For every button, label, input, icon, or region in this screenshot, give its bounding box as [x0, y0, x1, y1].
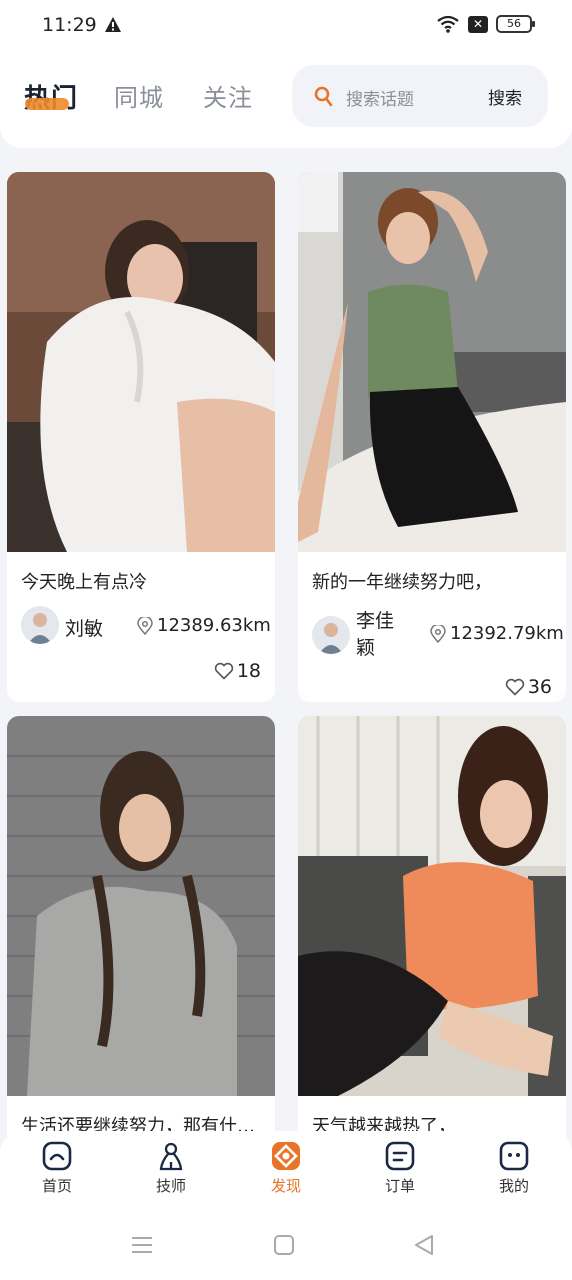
tabbar-item-technician[interactable]: 技师	[131, 1141, 211, 1196]
tabbar-label: 订单	[384, 1177, 415, 1195]
post-photo[interactable]	[7, 172, 275, 552]
tabbar-label: 首页	[41, 1177, 72, 1195]
feed-card[interactable]: 新的一年继续努力吧， 李佳颖 12392.79km 36	[298, 172, 566, 702]
avatar-image	[21, 606, 59, 644]
location-pin-icon	[137, 616, 153, 635]
avatar[interactable]	[312, 616, 350, 654]
home-icon	[42, 1141, 72, 1171]
tabbar-item-order[interactable]: 订单	[360, 1141, 440, 1196]
heart-icon[interactable]	[505, 678, 525, 696]
author-name[interactable]: 刘敏	[65, 614, 103, 641]
warning-icon	[105, 17, 121, 32]
tab-same-city[interactable]: 同城	[114, 78, 164, 113]
wifi-icon	[437, 15, 459, 33]
battery-level: 56	[507, 17, 521, 30]
menu-icon[interactable]	[131, 1234, 153, 1256]
like-count[interactable]: 36	[505, 676, 552, 698]
bottom-tab-bar: 首页 技师 发现 订单 我的	[0, 1131, 572, 1215]
profile-icon	[499, 1141, 529, 1171]
top-header: 热门 同城 关注 搜索话题 搜索	[0, 52, 572, 148]
feed-card[interactable]: 今天晚上有点冷 刘敏 12389.63km 18	[7, 172, 275, 702]
like-value: 36	[527, 676, 552, 698]
heart-icon[interactable]	[214, 662, 234, 680]
tab-following[interactable]: 关注	[203, 78, 253, 113]
tabbar-label: 发现	[270, 1177, 301, 1195]
like-count[interactable]: 18	[214, 660, 261, 682]
post-photo[interactable]	[7, 716, 275, 1096]
tabbar-label: 技师	[155, 1177, 186, 1195]
post-title: 今天晚上有点冷	[21, 572, 147, 593]
avatar[interactable]	[21, 606, 59, 644]
tabbar-item-home[interactable]: 首页	[17, 1141, 97, 1196]
tabbar-label: 我的	[498, 1177, 529, 1195]
search-button[interactable]: 搜索	[488, 84, 522, 109]
system-nav-bar	[0, 1215, 572, 1280]
technician-icon	[159, 1142, 183, 1171]
distance-value: 12389.63km	[157, 615, 271, 636]
search-placeholder[interactable]: 搜索话题	[346, 85, 414, 110]
distance: 12389.63km	[137, 615, 271, 636]
avatar-image	[312, 616, 350, 654]
tabbar-item-discover[interactable]: 发现	[246, 1141, 326, 1196]
search-box[interactable]: 搜索话题 搜索	[292, 65, 548, 127]
active-tab-indicator	[25, 98, 69, 110]
post-photo[interactable]	[298, 716, 566, 1096]
post-title: 新的一年继续努力吧，	[312, 572, 492, 593]
status-bar: 11:29 ✕ 56	[0, 0, 572, 52]
home-square-icon[interactable]	[273, 1234, 295, 1256]
battery-icon: 56	[496, 15, 535, 33]
search-icon	[314, 86, 333, 107]
like-value: 18	[236, 660, 261, 682]
author-name[interactable]: 李佳颖	[356, 608, 406, 662]
discover-icon	[272, 1142, 300, 1170]
tabbar-item-profile[interactable]: 我的	[474, 1141, 554, 1196]
order-icon	[385, 1141, 415, 1171]
distance: 12392.79km	[430, 623, 564, 644]
feed-card[interactable]: 天气越来越热了，	[298, 716, 566, 1146]
distance-value: 12392.79km	[450, 623, 564, 644]
post-photo[interactable]	[298, 172, 566, 552]
no-sim-icon: ✕	[468, 15, 488, 33]
location-pin-icon	[430, 624, 446, 643]
feed-card[interactable]: 生活还要继续努力，那有什么不…	[7, 716, 275, 1146]
status-time: 11:29	[42, 14, 97, 36]
back-icon[interactable]	[413, 1234, 435, 1256]
